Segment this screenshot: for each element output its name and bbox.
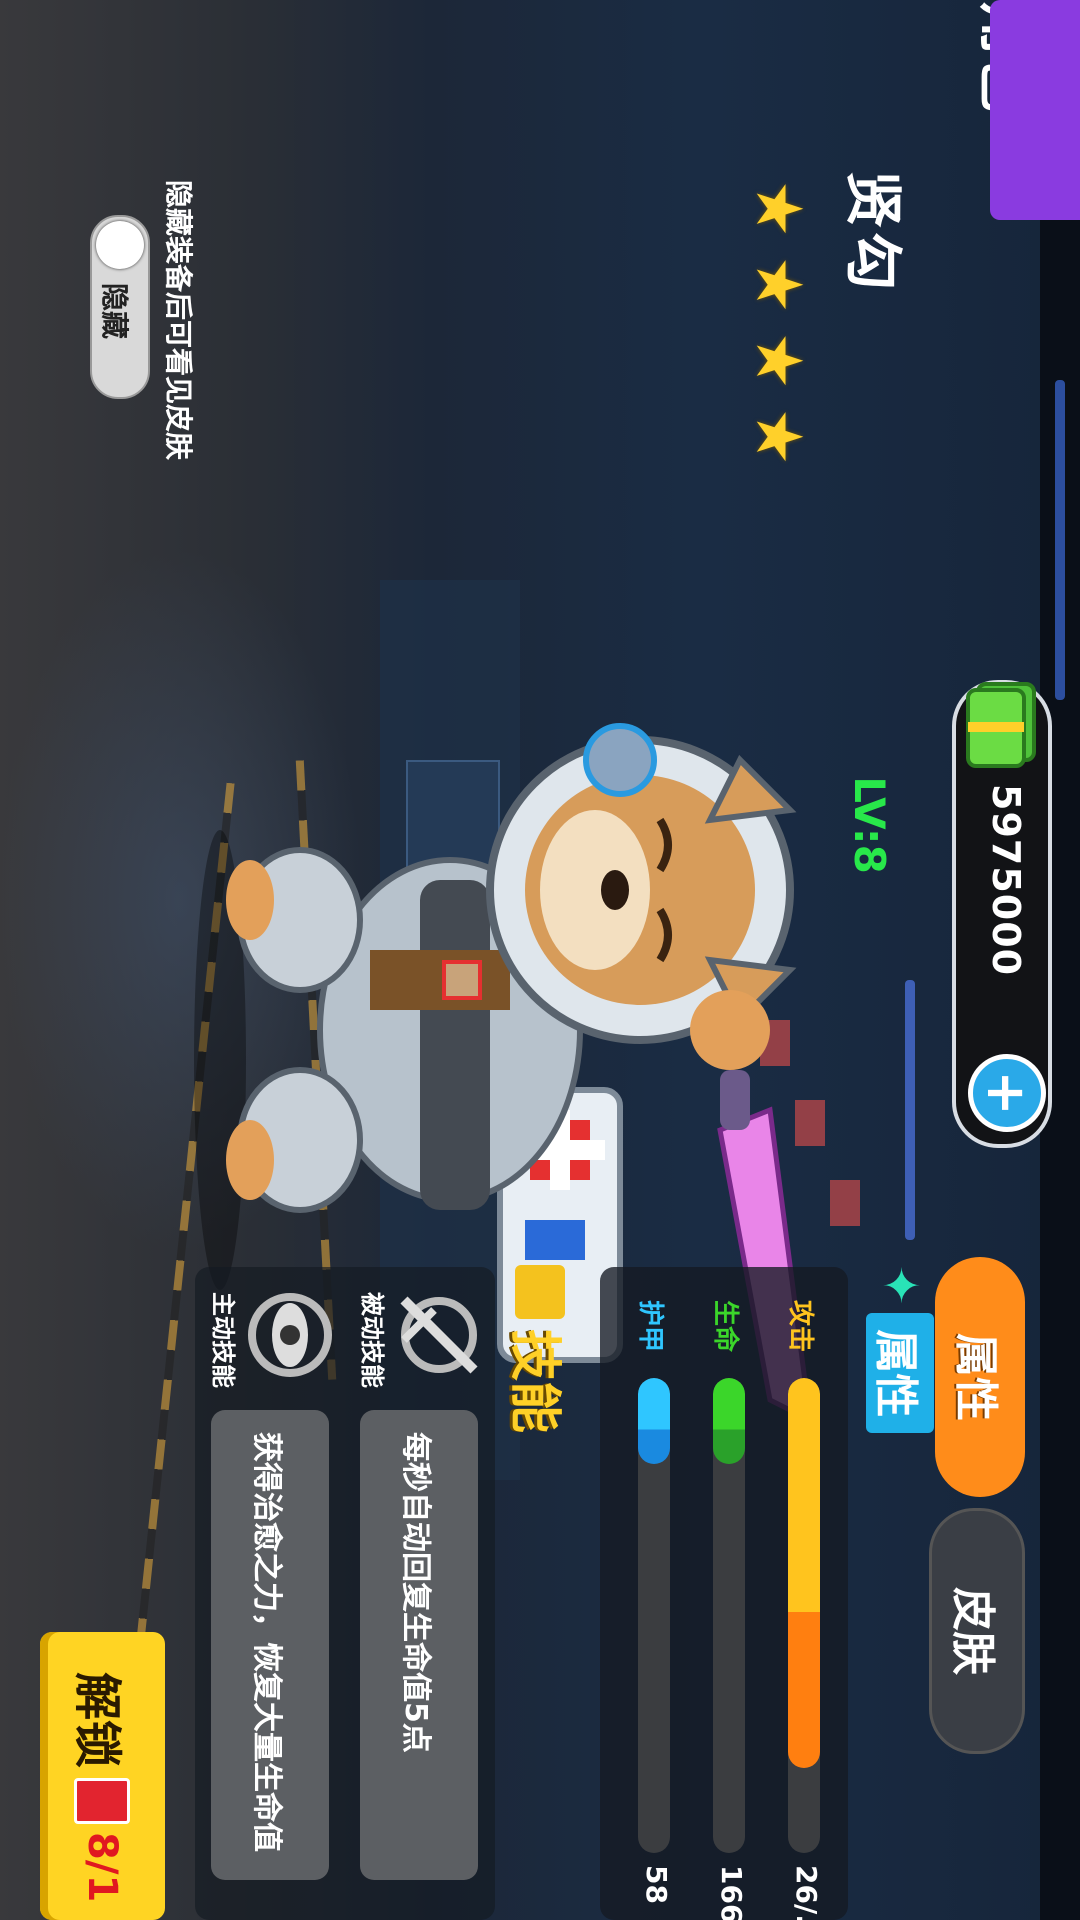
stat-row-health: 生命 166... (700, 1300, 760, 1920)
stat-bar-track (713, 1378, 745, 1853)
stat-bar-fill (788, 1378, 820, 1768)
cash-icon (966, 682, 1036, 768)
add-currency-button[interactable]: + (968, 1054, 1046, 1132)
star-icon: ★ (741, 256, 815, 314)
attributes-header: ✦ 属性 (865, 1265, 935, 1485)
sparkle-icon: ✦ (872, 1265, 928, 1306)
stat-bar-track (788, 1378, 820, 1853)
attributes-title: 属性 (866, 1313, 934, 1434)
skill-type: 被动技能 (358, 1292, 386, 1388)
hide-equipment-note: 隐藏装备后可看见皮肤 (162, 180, 195, 461)
unlock-label: 解锁 (69, 1672, 126, 1769)
hide-equipment-toggle[interactable]: 隐藏 (90, 215, 150, 399)
character-thumb[interactable] (990, 0, 1080, 220)
toggle-knob (96, 221, 144, 269)
active-eye-icon (248, 1293, 332, 1377)
skills-header: 技能 (505, 1265, 575, 1433)
stat-bar-track (638, 1378, 670, 1853)
toggle-label: 隐藏 (98, 283, 131, 340)
level-label: LV:8 (845, 776, 895, 874)
currency-amount: 5975000 (984, 784, 1028, 977)
passive-sword-icon (400, 1296, 478, 1374)
bg-panel (830, 1180, 860, 1226)
book-icon (515, 1265, 565, 1319)
stat-bar-fill (638, 1378, 670, 1464)
stat-label: 护甲 (635, 1300, 665, 1353)
skill-row-passive[interactable]: 被动技能 每秒自动回复生命值5点 (354, 1280, 484, 1910)
stat-value: 166... (715, 1865, 748, 1920)
stat-row-armor: 护甲 58 (625, 1300, 685, 1920)
star-icon: ★ (741, 180, 815, 238)
plus-icon: + (975, 1070, 1039, 1116)
neon-light (1055, 380, 1065, 700)
skill-type: 主动技能 (209, 1292, 237, 1388)
unlock-button[interactable]: 解锁 8/1 (40, 1632, 165, 1920)
stat-bar-fill (713, 1378, 745, 1464)
star-rating: ★ ★ ★ ★ (741, 180, 815, 472)
tab-attributes[interactable]: 属性 (935, 1257, 1025, 1497)
neon-light (905, 980, 915, 1240)
unlock-count: 8/1 (79, 1832, 126, 1903)
stat-value: 58 (640, 1865, 673, 1904)
skill-description: 每秒自动回复生命值5点 (360, 1410, 478, 1880)
currency-bar: 5975000 + (952, 680, 1052, 1148)
stat-label: 生命 (710, 1300, 740, 1353)
tab-skins[interactable]: 皮肤 (929, 1508, 1025, 1754)
star-icon: ★ (741, 332, 815, 390)
stat-label: 攻击 (785, 1300, 815, 1353)
skill-description: 获得治愈之力，恢复大量生命值 (211, 1410, 329, 1880)
character-name: 贤勾 (839, 170, 907, 295)
stat-value: 26/... (790, 1865, 823, 1920)
stat-row-attack: 攻击 26/... (775, 1300, 835, 1920)
skills-title: 技能 (504, 1329, 565, 1434)
game-screen: 角色 贤勾 ★ ★ ★ ★ 5975000 + LV:8 (0, 0, 1080, 1920)
skin-card-icon (74, 1778, 131, 1825)
star-icon: ★ (741, 408, 815, 466)
skill-row-active[interactable]: 主动技能 获得治愈之力，恢复大量生命值 (205, 1280, 335, 1910)
